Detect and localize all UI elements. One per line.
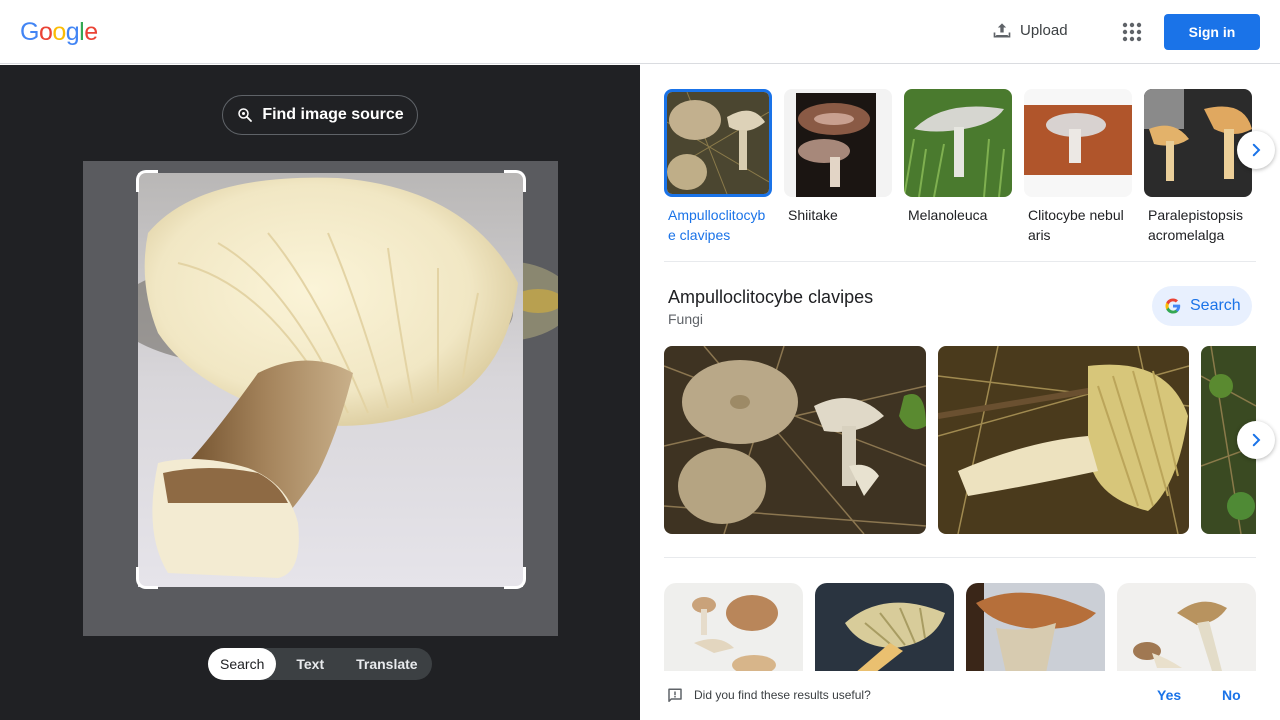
related-next-button[interactable] bbox=[1237, 131, 1275, 169]
related-item-shiitake[interactable]: Shiitake bbox=[784, 89, 892, 245]
visual-match-image-4 bbox=[1117, 583, 1256, 673]
mushroom-forest-photo-2 bbox=[938, 346, 1189, 534]
upload-button[interactable]: Upload bbox=[992, 20, 1068, 40]
tab-text[interactable]: Text bbox=[276, 648, 338, 680]
related-item-ampulloclitocybe[interactable]: Ampulloclitocybe clavipes bbox=[664, 89, 772, 245]
crop-selection[interactable] bbox=[138, 173, 523, 587]
related-item-clitocybe-nebularis[interactable]: Clitocybe nebularis bbox=[1024, 89, 1132, 245]
visual-match-1[interactable] bbox=[664, 583, 803, 673]
related-item-melanoleuca[interactable]: Melanoleuca bbox=[904, 89, 1012, 245]
google-logo[interactable]: Google bbox=[20, 18, 98, 47]
entity-title: Ampulloclitocybe clavipes bbox=[668, 287, 874, 307]
logo-letter: g bbox=[65, 18, 80, 46]
sign-in-button[interactable]: Sign in bbox=[1164, 14, 1260, 50]
tab-translate[interactable]: Translate bbox=[338, 648, 429, 680]
shiitake-thumb-image bbox=[784, 89, 892, 197]
related-label: Paralepistopsis acromelalga bbox=[1148, 207, 1243, 243]
feedback-question: Did you find these results useful? bbox=[694, 688, 871, 702]
feedback-yes-button[interactable]: Yes bbox=[1157, 687, 1181, 703]
mushroom-forest-photo-1 bbox=[664, 346, 926, 534]
visual-match-2[interactable] bbox=[815, 583, 954, 673]
paralepistopsis-thumb-image bbox=[1144, 89, 1252, 197]
chevron-right-icon bbox=[1252, 143, 1261, 157]
upload-label: Upload bbox=[1020, 21, 1068, 39]
section-divider bbox=[664, 557, 1256, 558]
entity-image-2[interactable] bbox=[938, 346, 1189, 534]
apps-grid-icon[interactable] bbox=[1120, 20, 1144, 44]
ampulloclitocybe-thumb-image bbox=[667, 92, 769, 194]
entity-search-label: Search bbox=[1190, 297, 1241, 314]
feedback-icon bbox=[668, 688, 682, 702]
results-panel: Ampulloclitocybe clavipes Shiitake Melan… bbox=[640, 65, 1280, 720]
related-thumb bbox=[904, 89, 1012, 197]
feedback-bar: Did you find these results useful? Yes N… bbox=[640, 671, 1280, 720]
crop-handle-bottom-left[interactable] bbox=[136, 567, 158, 589]
entity-image-1[interactable] bbox=[664, 346, 926, 534]
related-thumb bbox=[1144, 89, 1252, 197]
entity-subtitle: Fungi bbox=[668, 311, 704, 327]
crop-handle-top-right[interactable] bbox=[504, 170, 526, 192]
images-next-button[interactable] bbox=[1237, 421, 1275, 459]
section-divider bbox=[664, 261, 1256, 262]
related-thumb bbox=[664, 89, 772, 197]
logo-letter: o bbox=[38, 18, 53, 46]
lens-mode-tabs: Search Text Translate bbox=[208, 648, 432, 680]
related-label: Shiitake bbox=[788, 207, 838, 223]
related-entities-carousel: Ampulloclitocybe clavipes Shiitake Melan… bbox=[664, 89, 1252, 245]
visual-match-3[interactable] bbox=[966, 583, 1105, 673]
related-item-paralepistopsis[interactable]: Paralepistopsis acromelalga bbox=[1144, 89, 1252, 245]
related-label: Melanoleuca bbox=[908, 207, 988, 223]
feedback-no-button[interactable]: No bbox=[1222, 687, 1241, 703]
find-image-source-label: Find image source bbox=[262, 106, 404, 123]
google-g-icon bbox=[1165, 298, 1181, 314]
visual-match-image-2 bbox=[815, 583, 954, 673]
related-thumb bbox=[1024, 89, 1132, 197]
top-bar: Google Upload Sign in bbox=[0, 0, 1280, 64]
logo-letter: e bbox=[84, 18, 98, 46]
visual-match-4[interactable] bbox=[1117, 583, 1256, 673]
melanoleuca-thumb-image bbox=[904, 89, 1012, 197]
crop-handle-top-left[interactable] bbox=[136, 170, 158, 192]
related-label: Ampulloclitocybe clavipes bbox=[668, 207, 766, 243]
upload-icon bbox=[993, 23, 1011, 38]
uploaded-image[interactable] bbox=[83, 161, 558, 636]
logo-letter: G bbox=[20, 18, 39, 46]
entity-search-button[interactable]: Search bbox=[1152, 286, 1252, 326]
chevron-right-icon bbox=[1252, 433, 1261, 447]
lens-image-panel: Find image source Search Text Translate bbox=[0, 65, 640, 720]
related-thumb bbox=[784, 89, 892, 197]
crop-handle-bottom-right[interactable] bbox=[504, 567, 526, 589]
clitocybe-thumb-image bbox=[1024, 89, 1132, 197]
lens-search-icon bbox=[238, 108, 253, 122]
tab-search[interactable]: Search bbox=[208, 648, 277, 680]
visual-match-image-1 bbox=[664, 583, 803, 673]
mushroom-photo bbox=[138, 173, 523, 587]
related-label: Clitocybe nebularis bbox=[1028, 207, 1124, 243]
visual-match-image-3 bbox=[966, 583, 1105, 673]
logo-letter: o bbox=[52, 18, 66, 46]
find-image-source-button[interactable]: Find image source bbox=[222, 95, 418, 135]
